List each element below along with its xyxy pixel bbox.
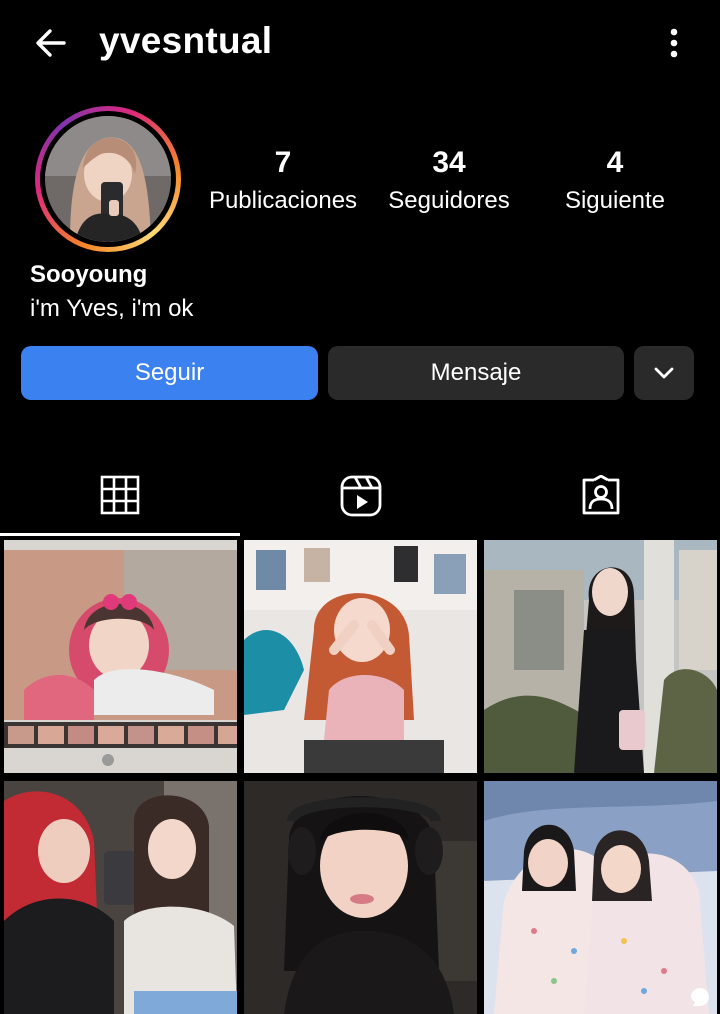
- chevron-down-icon: [654, 367, 674, 379]
- tagged-icon: [582, 475, 620, 515]
- profile-display-name: Sooyoung: [30, 261, 148, 288]
- followers-label: Seguidores: [388, 187, 510, 214]
- profile-bio: i'm Yves, i'm ok: [30, 295, 194, 322]
- active-tab-indicator: [0, 533, 240, 536]
- reel-indicator-icon: [691, 988, 709, 1006]
- grid-icon: [100, 475, 140, 515]
- following-label: Siguiente: [564, 187, 666, 214]
- more-vertical-icon: [670, 28, 678, 58]
- post-thumbnail[interactable]: [4, 781, 237, 1014]
- posts-label: Publicaciones: [208, 187, 358, 214]
- top-bar: yvesntual: [0, 0, 720, 88]
- post-thumbnail[interactable]: [244, 540, 477, 773]
- tab-tagged[interactable]: [480, 458, 720, 536]
- post-thumbnail[interactable]: [4, 540, 237, 773]
- post-thumbnail[interactable]: [484, 540, 717, 773]
- stat-posts[interactable]: 7 Publicaciones: [193, 145, 373, 219]
- post-thumbnail[interactable]: [484, 781, 717, 1014]
- story-ring[interactable]: [35, 106, 181, 252]
- tab-posts-grid[interactable]: [0, 458, 240, 536]
- followers-count: 34: [432, 146, 466, 179]
- back-button[interactable]: [30, 22, 72, 64]
- stat-following[interactable]: 4 Siguiente: [525, 145, 705, 219]
- stat-followers[interactable]: 34 Seguidores: [359, 145, 539, 219]
- follow-button[interactable]: Seguir: [21, 346, 318, 400]
- arrow-left-icon: [36, 29, 66, 57]
- posts-count: 7: [274, 146, 292, 179]
- profile-tabs: [0, 458, 720, 536]
- reels-icon: [340, 475, 382, 517]
- avatar: [45, 116, 171, 242]
- message-button[interactable]: Mensaje: [328, 346, 624, 400]
- follow-button-label: Seguir: [134, 359, 205, 386]
- post-thumbnail[interactable]: [244, 781, 477, 1014]
- tab-reels[interactable]: [240, 458, 480, 536]
- message-button-label: Mensaje: [430, 359, 522, 386]
- suggested-accounts-button[interactable]: [634, 346, 694, 400]
- more-options-button[interactable]: [660, 24, 688, 62]
- profile-username: yvesntual: [99, 20, 273, 61]
- following-count: 4: [606, 146, 624, 179]
